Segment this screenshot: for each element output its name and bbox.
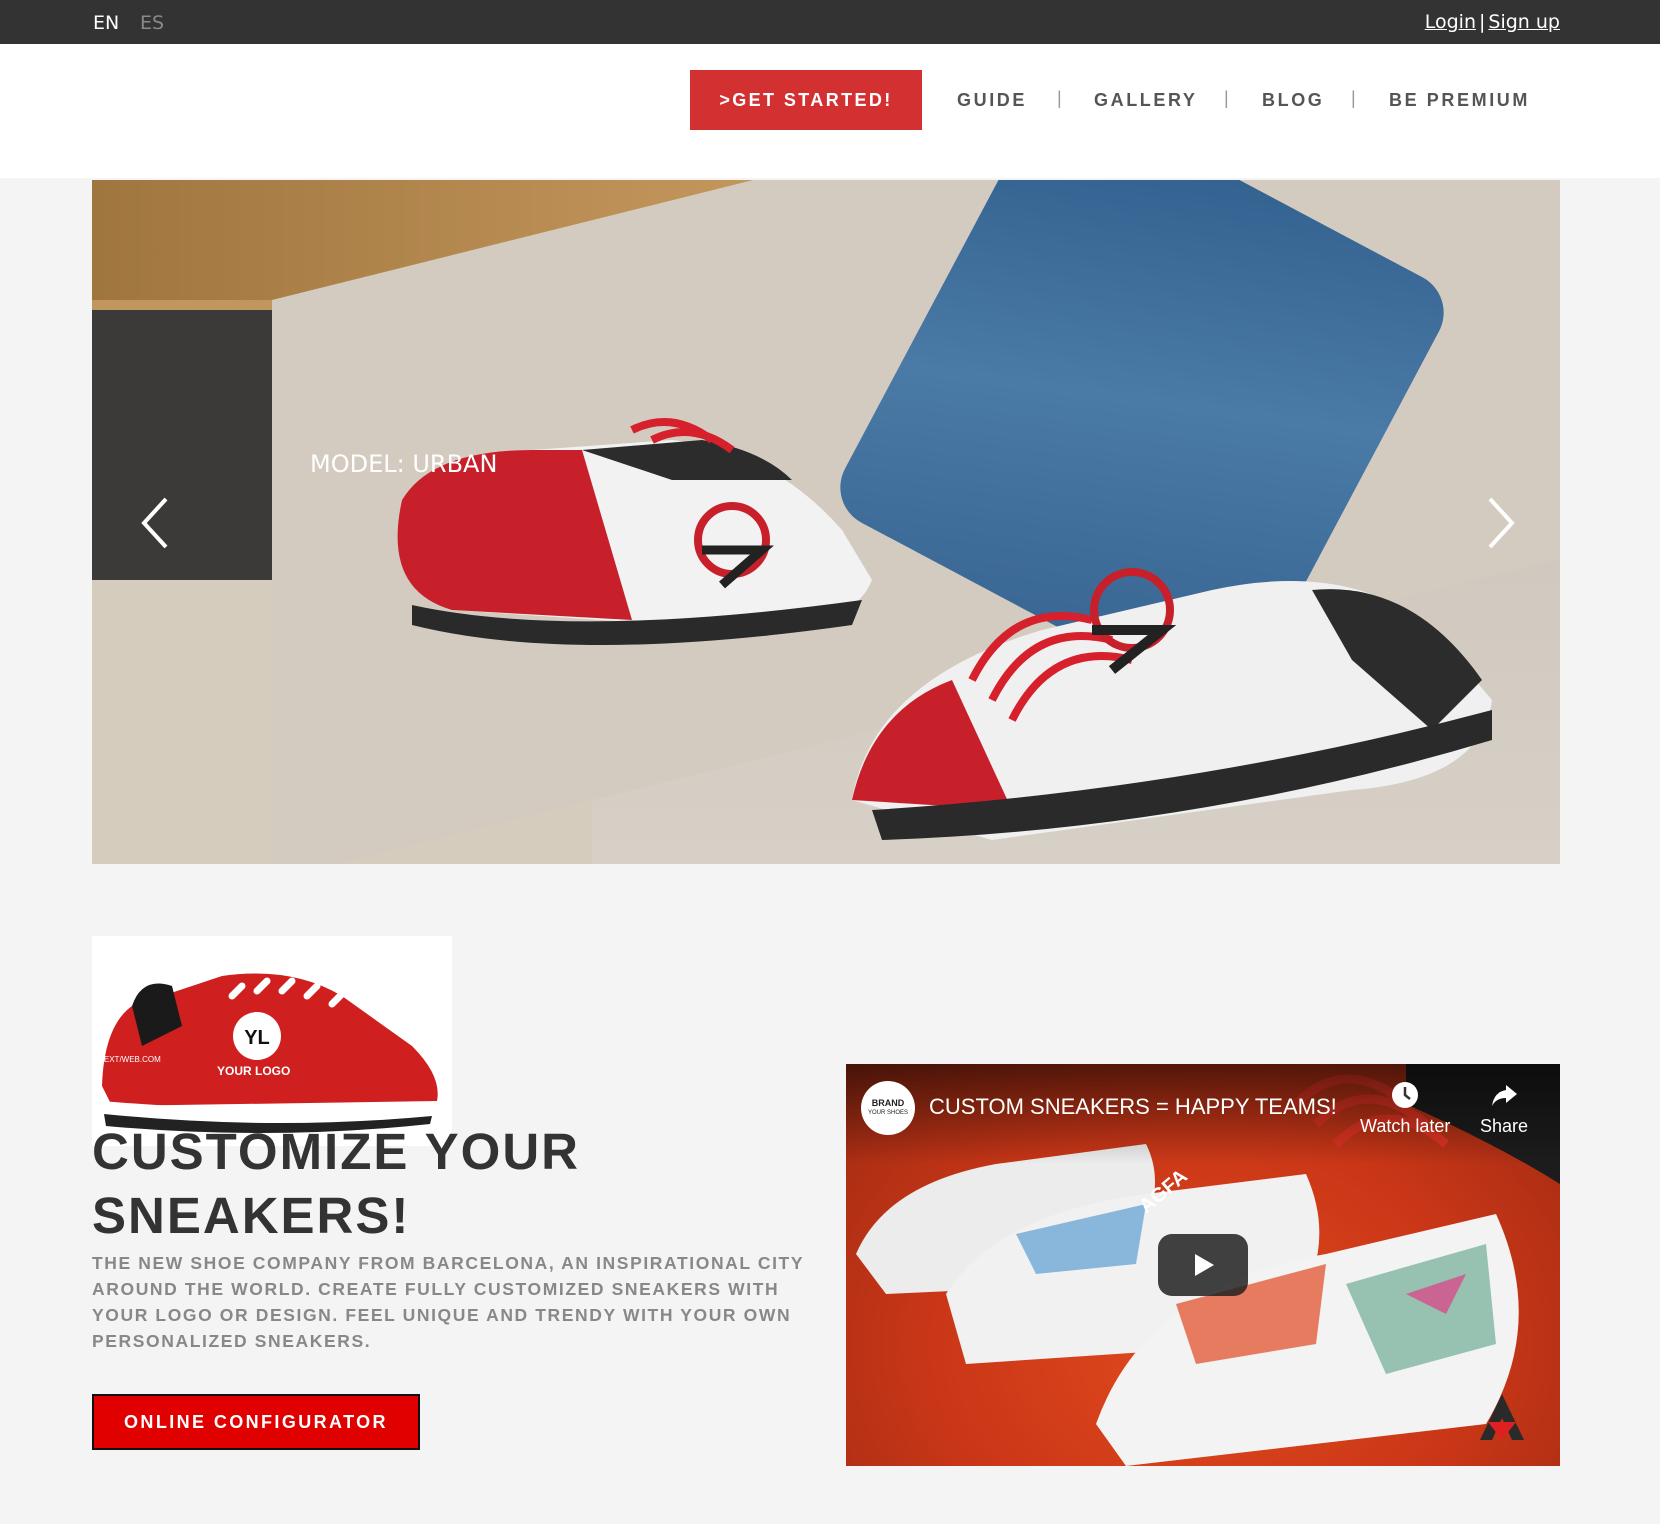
video-title[interactable]: CUSTOM SNEAKERS = HAPPY TEAMS! (929, 1094, 1337, 1120)
hero-caption: MODEL: URBAN (310, 450, 498, 478)
nav-separator: | (1224, 88, 1229, 108)
login-link[interactable]: Login (1425, 11, 1476, 33)
language-es[interactable]: ES (140, 12, 164, 34)
channel-avatar-text: BRAND YOUR SHOES (868, 1098, 908, 1118)
section-description: THE NEW SHOE COMPANY FROM BARCELONA, AN … (92, 1253, 804, 1351)
channel-name-line2: YOUR SHOES (867, 1110, 908, 1116)
thumbnail-heel-logo (107, 993, 125, 1011)
top-bar: EN ES Login | Sign up (0, 0, 1660, 44)
nav-guide[interactable]: GUIDE (957, 90, 1027, 111)
nav-separator: | (1057, 88, 1062, 108)
video-watermark-logo-icon (1480, 1394, 1524, 1440)
online-configurator-button[interactable]: ONLINE CONFIGURATOR (92, 1394, 420, 1450)
video-player[interactable]: AGFA BRAND YOUR SHOES CUSTOM SNEAKERS = … (846, 1064, 1560, 1466)
thumbnail-web-text: TEXT/WEB.COM (99, 1055, 161, 1064)
nav-be-premium[interactable]: BE PREMIUM (1389, 90, 1530, 111)
auth-links: Login | Sign up (1425, 11, 1560, 33)
thumbnail-your-logo-text: YOUR LOGO (217, 1064, 290, 1078)
watch-later-button[interactable]: Watch later (1360, 1080, 1450, 1137)
thumbnail-logo-text: YL (244, 1027, 270, 1049)
play-icon (1195, 1254, 1214, 1276)
language-en[interactable]: EN (93, 12, 119, 34)
share-button[interactable]: Share (1480, 1080, 1528, 1137)
section-title-line2: SNEAKERS! (92, 1187, 411, 1244)
watch-later-label: Watch later (1360, 1116, 1451, 1136)
channel-avatar[interactable]: BRAND YOUR SHOES (861, 1081, 915, 1135)
nav-separator: | (1351, 88, 1356, 108)
site-header: >GET STARTED! GUIDE | GALLERY | BLOG | B… (0, 44, 1660, 178)
play-button[interactable] (1158, 1234, 1248, 1296)
hero-background-shadow (92, 310, 292, 610)
signup-link[interactable]: Sign up (1488, 11, 1560, 33)
slider-prev-arrow-icon[interactable] (136, 495, 176, 551)
nav-gallery[interactable]: GALLERY (1094, 90, 1198, 111)
section-title-line1: CUSTOMIZE YOUR (92, 1123, 580, 1180)
share-arrow-icon (1492, 1085, 1518, 1106)
get-started-button[interactable]: >GET STARTED! (690, 70, 922, 130)
slider-next-arrow-icon[interactable] (1480, 495, 1520, 551)
channel-name-line1: BRAND (871, 1098, 905, 1108)
auth-separator: | (1479, 11, 1486, 33)
hero-sneaker-front (852, 568, 1492, 840)
hero-slider: MODEL: URBAN (92, 180, 1560, 864)
share-label: Share (1480, 1116, 1529, 1136)
custom-sneaker-image: YL YOUR LOGO TEXT/WEB.COM (99, 973, 438, 1134)
clock-icon (1392, 1082, 1419, 1108)
nav-blog[interactable]: BLOG (1262, 90, 1324, 111)
section-title: CUSTOMIZE YOUR SNEAKERS! (92, 1120, 792, 1248)
sneaker-thumbnail: YL YOUR LOGO TEXT/WEB.COM (92, 936, 452, 1146)
